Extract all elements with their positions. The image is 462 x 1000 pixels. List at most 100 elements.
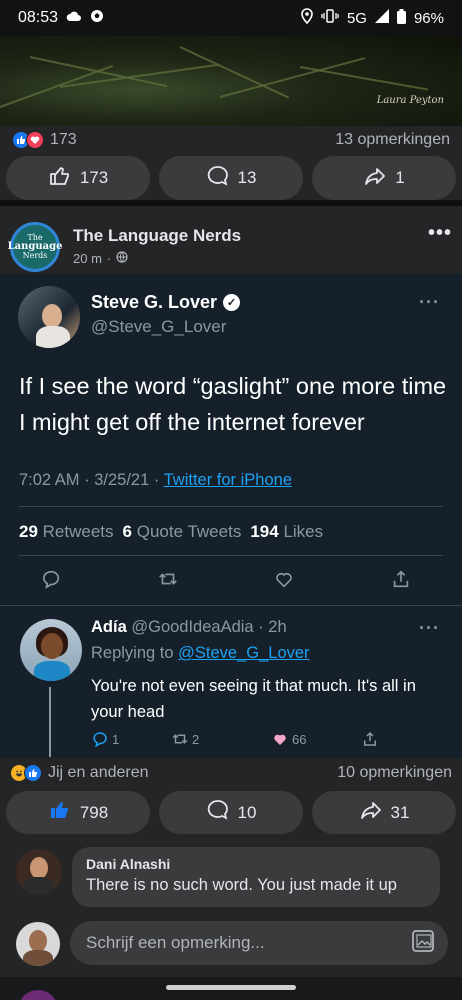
avatar <box>16 922 60 966</box>
battery-level: 96% <box>413 9 444 27</box>
comment-author[interactable]: Dani Alnashi <box>86 856 426 872</box>
reply-actions: 1 2 66 <box>91 729 391 749</box>
like-icon <box>24 764 42 782</box>
location-icon <box>301 8 313 28</box>
replying-to: Replying to @Steve_G_Lover <box>91 644 310 663</box>
reply-likes-count: 66 <box>292 731 307 747</box>
tweet-screenshot[interactable]: Steve G. Lover ✓ @Steve_G_Lover ··· If I… <box>0 274 462 758</box>
reply-avatar <box>20 619 82 681</box>
comment-icon <box>206 798 230 827</box>
share-button[interactable]: 31 <box>312 791 456 834</box>
meta-separator: · <box>106 251 112 266</box>
reply-author-name: Adía <box>91 618 127 636</box>
tweet-timestamp: 7:02 AM · 3/25/21 · Twitter for iPhone <box>19 471 292 490</box>
page-avatar[interactable]: The Language Nerds <box>8 222 62 272</box>
upload-icon <box>390 568 412 592</box>
share-button[interactable]: 1 <box>312 156 456 200</box>
reply-retweets: 2 <box>171 730 271 748</box>
comments-section: Dani Alnashi There is no such word. You … <box>0 837 462 977</box>
network-label: 5G <box>346 9 367 27</box>
page-name[interactable]: The Language Nerds <box>73 226 241 246</box>
signal-icon <box>374 9 389 27</box>
soccer-ball-icon <box>90 9 104 28</box>
retweets-label: Retweets <box>42 522 114 541</box>
cloud-icon <box>66 9 82 27</box>
comment-count: 10 <box>237 802 257 822</box>
battery-icon <box>396 8 406 28</box>
tweet-stats: 29 Retweets 6 Quote Tweets 194 Likes <box>19 522 323 542</box>
comment-icon <box>206 164 230 193</box>
avatar-text: Nerds <box>22 251 48 260</box>
share-count: 1 <box>395 168 405 187</box>
thread-line <box>49 687 51 757</box>
tweet-time: 7:02 AM · 3/25/21 · <box>19 471 164 489</box>
like-button[interactable]: 173 <box>6 156 150 200</box>
reply-handle-time: @GoodIdeaAdia · 2h <box>131 618 287 636</box>
reactions-summary: Jij en anderen <box>48 764 149 781</box>
like-button[interactable]: 798 <box>6 791 150 834</box>
comments-count[interactable]: 13 opmerkingen <box>335 131 450 149</box>
quotes-label: Quote Tweets <box>136 522 242 541</box>
tweet-client: Twitter for iPhone <box>163 471 293 489</box>
heart-icon <box>274 734 286 745</box>
reply-more-icon: ··· <box>419 618 440 638</box>
vibrate-icon <box>321 9 339 27</box>
reply-author: Adía @GoodIdeaAdia · 2h <box>91 618 287 637</box>
retweet-icon <box>157 568 179 592</box>
tweet-author: Steve G. Lover ✓ <box>91 292 241 313</box>
thumbs-up-icon <box>48 798 72 827</box>
comment-button[interactable]: 13 <box>159 156 303 200</box>
replying-prefix: Replying to <box>91 644 179 662</box>
likes-label: Likes <box>283 522 324 541</box>
quotes-count: 6 <box>122 522 132 541</box>
globe-icon <box>116 251 128 266</box>
retweet-icon <box>172 734 188 744</box>
tweet-avatar <box>18 286 80 348</box>
replying-to-handle: @Steve_G_Lover <box>178 644 310 662</box>
share-icon <box>359 798 383 827</box>
home-indicator[interactable] <box>166 985 296 990</box>
comment-count: 13 <box>237 168 257 187</box>
comment-avatar[interactable] <box>16 849 62 895</box>
comments-count[interactable]: 10 opmerkingen <box>337 764 452 782</box>
photo-credit: Laura Peyton <box>376 95 444 106</box>
likes-count: 194 <box>250 522 279 541</box>
tweet-actions <box>40 568 412 592</box>
share-icon <box>363 164 387 193</box>
comment-text: There is no such word. You just made it … <box>86 876 397 894</box>
like-count: 798 <box>79 802 109 822</box>
reply-text: You're not even seeing it that much. It'… <box>91 677 416 721</box>
tweet-author-name: Steve G. Lover <box>91 292 218 312</box>
reply-icon <box>93 732 107 748</box>
post-reactions[interactable]: Jij en anderen 10 opmerkingen <box>0 758 462 788</box>
post-meta: 20 m · <box>73 251 128 266</box>
reply-icon <box>40 568 62 592</box>
comment-button[interactable]: 10 <box>159 791 303 834</box>
tweet-text: If I see the word “gaslight” one more ti… <box>19 373 447 435</box>
prev-post-reactions[interactable]: 173 13 opmerkingen <box>0 126 462 154</box>
tweet-divider <box>19 506 443 507</box>
like-count: 173 <box>79 168 109 187</box>
post-time[interactable]: 20 m <box>73 251 102 266</box>
tweet-divider <box>0 605 462 606</box>
reply-likes: 66 <box>271 730 361 748</box>
verified-icon: ✓ <box>223 294 241 311</box>
comment-input[interactable]: Schrijf een opmerking... <box>70 921 448 965</box>
heart-icon <box>273 568 295 592</box>
tweet-divider <box>19 555 443 556</box>
tweet-handle: @Steve_G_Lover <box>91 317 227 336</box>
reply-retweets-count: 2 <box>192 731 200 747</box>
tweet-more-icon: ··· <box>419 292 440 312</box>
post-header: The Language Nerds The Language Nerds 20… <box>0 206 462 274</box>
post-actions: 798 10 31 <box>0 788 462 844</box>
reaction-count: 173 <box>50 131 77 148</box>
reply-replies-count: 1 <box>112 731 120 747</box>
post-more-button[interactable]: ••• <box>428 222 452 245</box>
post-photo[interactable]: Laura Peyton <box>0 36 462 126</box>
retweets-count: 29 <box>19 522 38 541</box>
love-icon <box>26 131 44 149</box>
comment-bubble[interactable]: Dani Alnashi There is no such word. You … <box>72 847 440 907</box>
thumbs-up-icon <box>48 164 72 193</box>
reply-replies: 1 <box>91 730 171 748</box>
photo-icon[interactable] <box>410 928 436 959</box>
